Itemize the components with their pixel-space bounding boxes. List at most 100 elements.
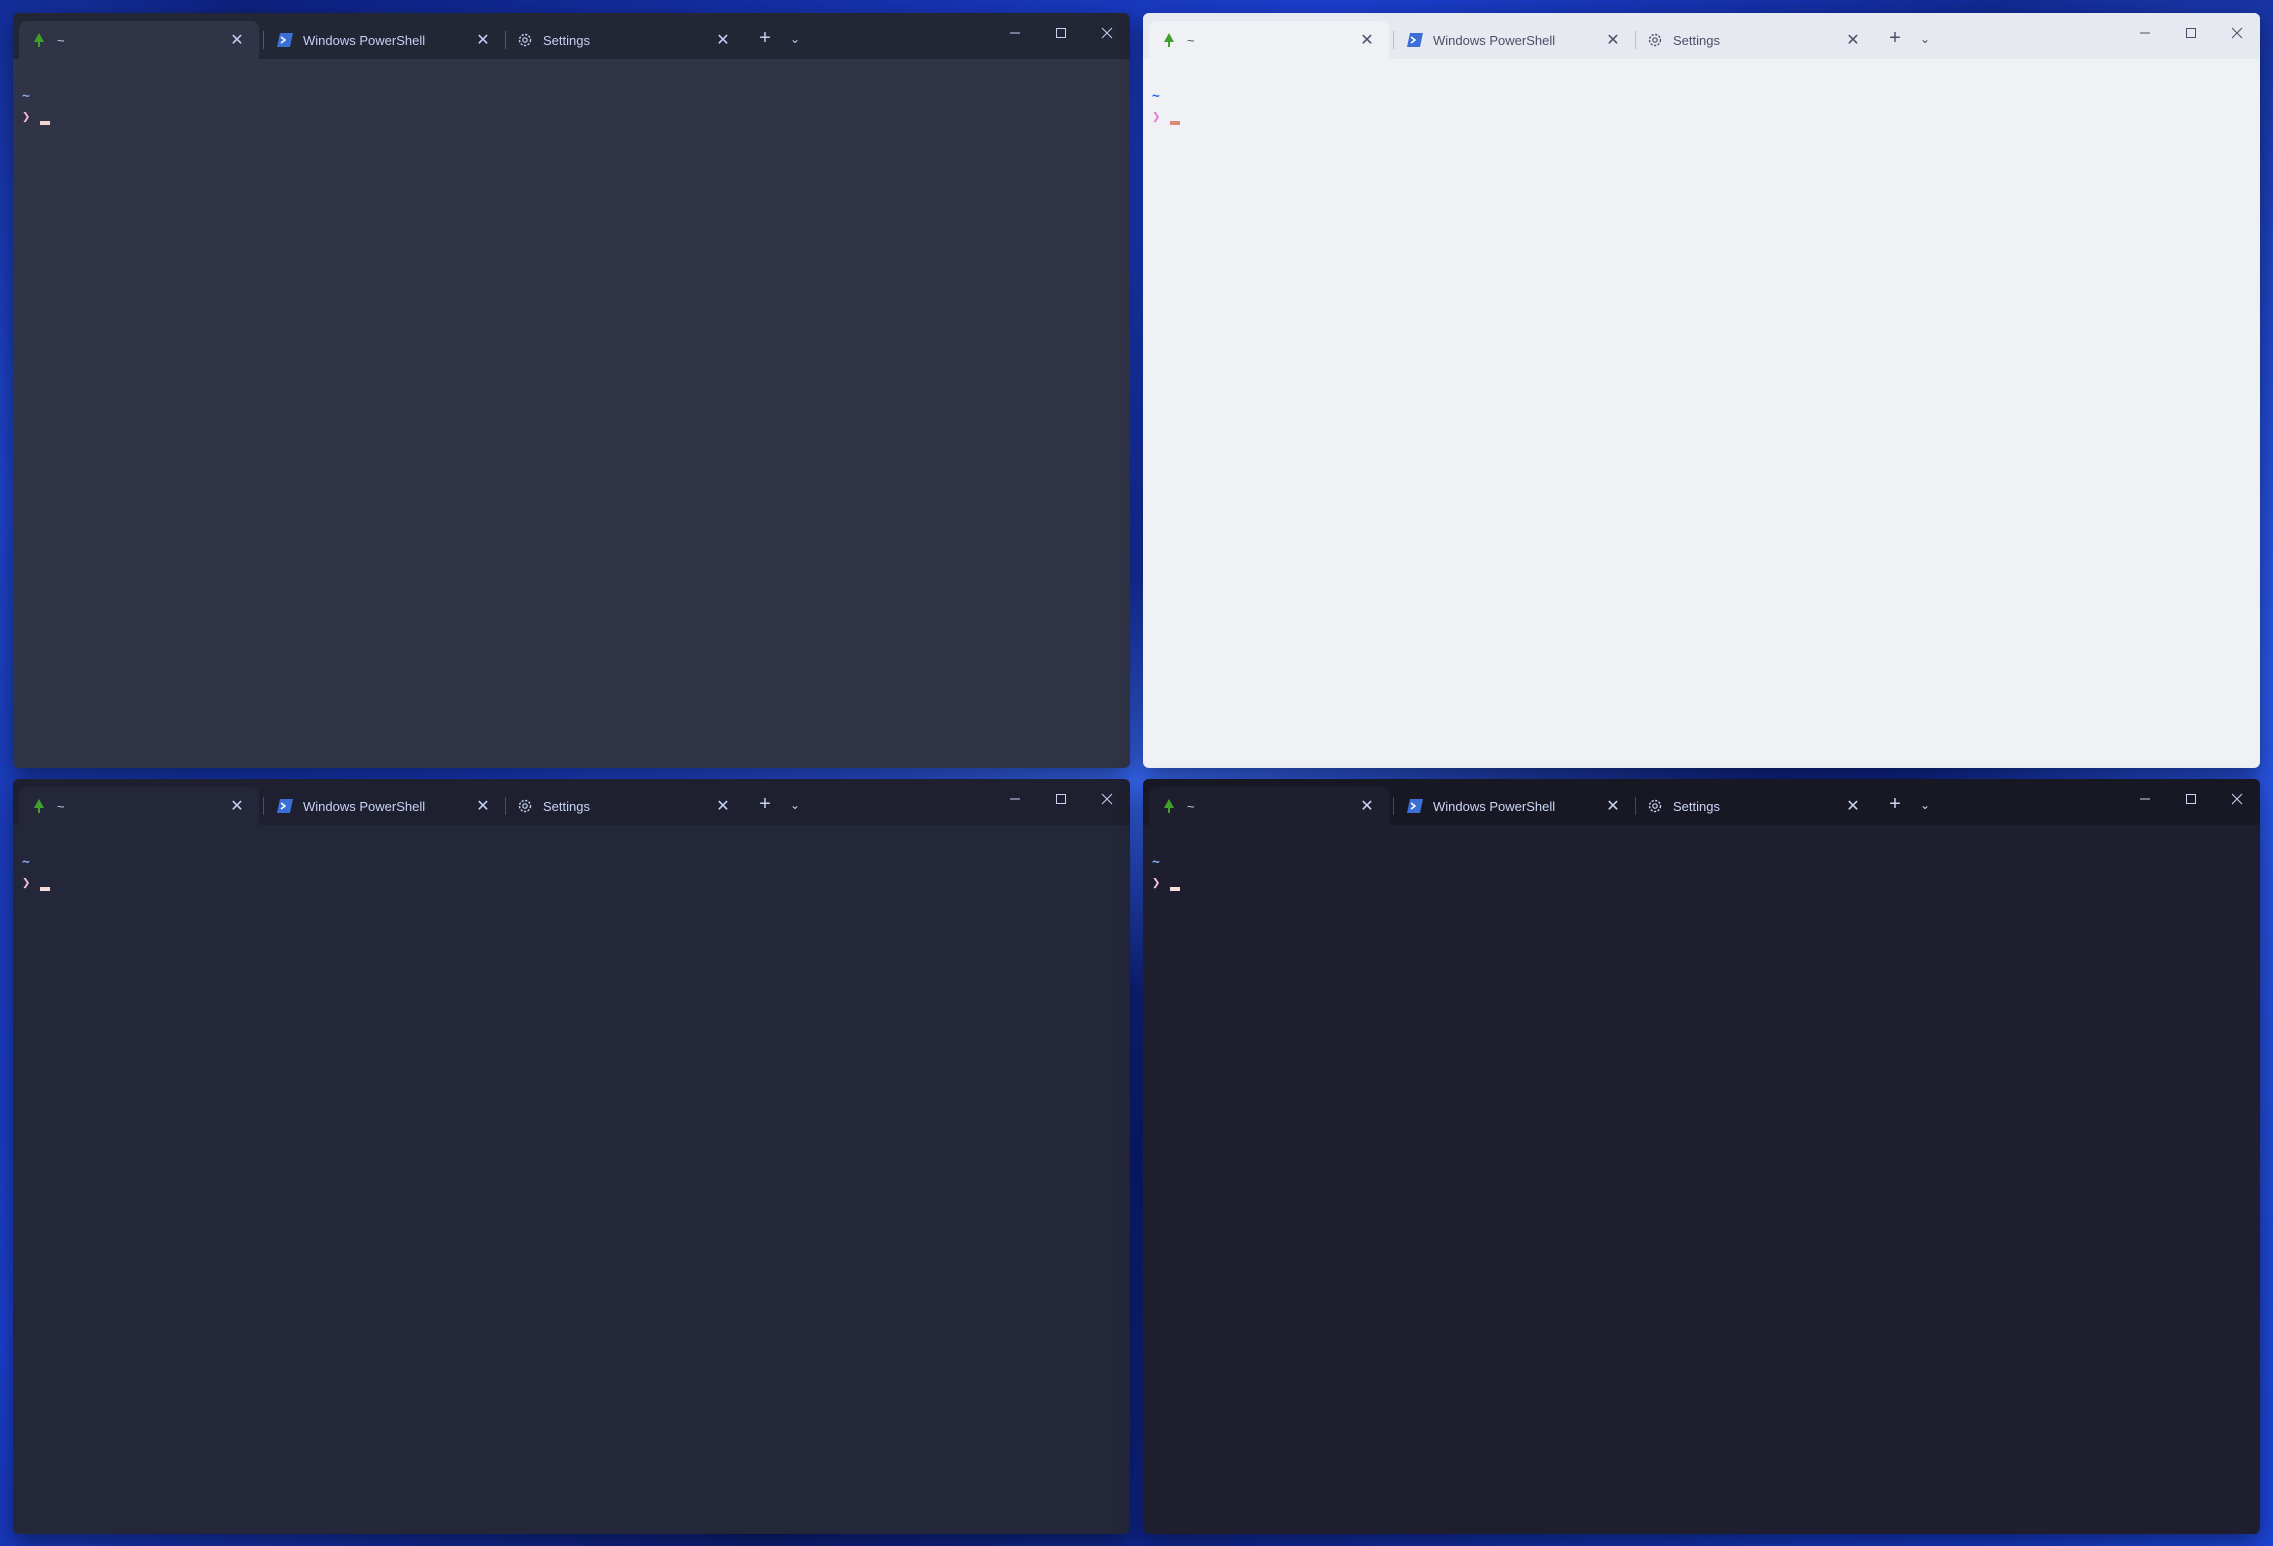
tab-close-button[interactable]: ✕ <box>1843 796 1863 816</box>
gear-icon <box>1647 798 1663 814</box>
tab-close-button[interactable]: ✕ <box>473 30 493 50</box>
tab-title: Settings <box>1673 32 1720 48</box>
tab-divider <box>1393 31 1394 49</box>
prompt-line: ❯ <box>1152 107 2260 127</box>
chevron-down-icon[interactable]: ⌄ <box>785 793 805 817</box>
caption-buttons <box>2122 779 2260 819</box>
prompt-line: ❯ <box>22 107 1130 127</box>
tab-title: ~ <box>1187 32 1195 48</box>
powershell-icon <box>277 798 293 814</box>
terminal-pane[interactable]: ~ ❯ <box>1143 59 2260 768</box>
tab-home[interactable]: ~ ✕ <box>1149 787 1389 825</box>
prompt-line: ❯ <box>22 873 1130 893</box>
tab-title: Windows PowerShell <box>303 32 426 48</box>
tab-settings[interactable]: Settings ✕ <box>1635 787 1875 825</box>
close-button[interactable] <box>2214 779 2260 819</box>
tab-home[interactable]: ~ ✕ <box>1149 21 1389 59</box>
cwd-text: ~ <box>1152 855 1160 870</box>
tab-powershell[interactable]: Windows PowerShell ✕ <box>1395 21 1635 59</box>
tab-divider <box>263 797 264 815</box>
tab-home[interactable]: ~ ✕ <box>19 787 259 825</box>
tree-icon <box>31 32 47 48</box>
cwd-text: ~ <box>22 855 30 870</box>
tab-settings[interactable]: Settings ✕ <box>505 787 745 825</box>
chevron-down-icon[interactable]: ⌄ <box>785 27 805 51</box>
tab-title: ~ <box>57 798 65 814</box>
new-tab-button[interactable]: + <box>1883 27 1907 51</box>
tab-settings[interactable]: Settings ✕ <box>505 21 745 59</box>
maximize-button[interactable] <box>1038 779 1084 819</box>
tab-title: ~ <box>57 32 65 48</box>
prompt-chevron: ❯ <box>1152 109 1161 125</box>
minimize-button[interactable] <box>992 779 1038 819</box>
gear-icon <box>517 32 533 48</box>
maximize-button[interactable] <box>1038 13 1084 53</box>
tab-close-button[interactable]: ✕ <box>1603 30 1623 50</box>
tab-close-button[interactable]: ✕ <box>227 796 247 816</box>
close-button[interactable] <box>2214 13 2260 53</box>
tab-divider <box>1393 797 1394 815</box>
new-tab-button[interactable]: + <box>753 793 777 817</box>
terminal-pane[interactable]: ~ ❯ <box>13 825 1130 1534</box>
tab-title: Settings <box>543 798 590 814</box>
tab-powershell[interactable]: Windows PowerShell ✕ <box>1395 787 1635 825</box>
tab-title: Windows PowerShell <box>303 798 426 814</box>
caption-buttons <box>992 779 1130 819</box>
terminal-window-bottom-left: ~ ✕ Windows PowerShell ✕ Settings ✕ + ⌄ … <box>13 779 1130 1534</box>
prompt-line: ❯ <box>1152 873 2260 893</box>
cwd-text: ~ <box>1152 89 1160 104</box>
tab-title: ~ <box>1187 798 1195 814</box>
new-tab-button[interactable]: + <box>753 27 777 51</box>
text-cursor <box>40 887 50 891</box>
text-cursor <box>1170 887 1180 891</box>
tab-close-button[interactable]: ✕ <box>1843 30 1863 50</box>
powershell-icon <box>1407 798 1423 814</box>
terminal-window-top-right: ~ ✕ Windows PowerShell ✕ Settings ✕ + ⌄ … <box>1143 13 2260 768</box>
chevron-down-icon[interactable]: ⌄ <box>1915 793 1935 817</box>
prompt-chevron: ❯ <box>22 875 31 891</box>
tab-title: Windows PowerShell <box>1433 32 1556 48</box>
tab-bar: ~ ✕ Windows PowerShell ✕ Settings ✕ + ⌄ <box>1143 13 2260 59</box>
prompt-chevron: ❯ <box>1152 875 1161 891</box>
prompt-chevron: ❯ <box>22 109 31 125</box>
tree-icon <box>1161 798 1177 814</box>
terminal-window-top-left: ~ ✕ Windows PowerShell ✕ Settings ✕ + ⌄ … <box>13 13 1130 768</box>
tab-close-button[interactable]: ✕ <box>1603 796 1623 816</box>
tab-powershell[interactable]: Windows PowerShell ✕ <box>265 787 505 825</box>
caption-buttons <box>992 13 1130 53</box>
tab-title: Windows PowerShell <box>1433 798 1556 814</box>
minimize-button[interactable] <box>2122 13 2168 53</box>
tab-divider <box>263 31 264 49</box>
new-tab-button[interactable]: + <box>1883 793 1907 817</box>
tab-bar: ~ ✕ Windows PowerShell ✕ Settings ✕ + ⌄ <box>13 779 1130 825</box>
cwd-text: ~ <box>22 89 30 104</box>
tab-powershell[interactable]: Windows PowerShell ✕ <box>265 21 505 59</box>
powershell-icon <box>277 32 293 48</box>
tab-close-button[interactable]: ✕ <box>473 796 493 816</box>
maximize-button[interactable] <box>2168 13 2214 53</box>
caption-buttons <box>2122 13 2260 53</box>
tab-close-button[interactable]: ✕ <box>713 30 733 50</box>
tab-close-button[interactable]: ✕ <box>1357 796 1377 816</box>
text-cursor <box>1170 121 1180 125</box>
text-cursor <box>40 121 50 125</box>
gear-icon <box>517 798 533 814</box>
terminal-pane[interactable]: ~ ❯ <box>1143 825 2260 1534</box>
powershell-icon <box>1407 32 1423 48</box>
tab-bar: ~ ✕ Windows PowerShell ✕ Settings ✕ + ⌄ <box>13 13 1130 59</box>
terminal-pane[interactable]: ~ ❯ <box>13 59 1130 768</box>
maximize-button[interactable] <box>2168 779 2214 819</box>
tab-close-button[interactable]: ✕ <box>713 796 733 816</box>
tab-settings[interactable]: Settings ✕ <box>1635 21 1875 59</box>
tab-title: Settings <box>543 32 590 48</box>
chevron-down-icon[interactable]: ⌄ <box>1915 27 1935 51</box>
close-button[interactable] <box>1084 13 1130 53</box>
tab-home[interactable]: ~ ✕ <box>19 21 259 59</box>
tab-close-button[interactable]: ✕ <box>1357 30 1377 50</box>
gear-icon <box>1647 32 1663 48</box>
minimize-button[interactable] <box>2122 779 2168 819</box>
close-button[interactable] <box>1084 779 1130 819</box>
terminal-window-bottom-right: ~ ✕ Windows PowerShell ✕ Settings ✕ + ⌄ … <box>1143 779 2260 1534</box>
minimize-button[interactable] <box>992 13 1038 53</box>
tab-close-button[interactable]: ✕ <box>227 30 247 50</box>
